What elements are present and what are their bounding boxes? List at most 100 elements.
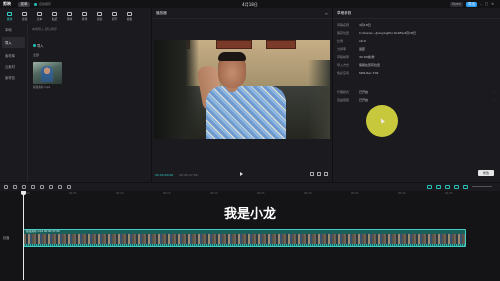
media-group-label: 全部 — [33, 53, 40, 57]
preview-axis-icon[interactable] — [454, 184, 459, 189]
titlebar-actions: Open 导出 – □ ✕ — [449, 1, 494, 7]
timeline-toolbar — [0, 183, 500, 191]
tab-label: 模板 — [126, 16, 133, 21]
chevron-right-icon: › — [493, 90, 495, 94]
ratio-icon[interactable] — [317, 172, 321, 176]
player-panel: 播放器 ≡ 00:00:00:00 00:00:47:06 — [152, 8, 332, 182]
track-label-cover[interactable]: 封面 — [3, 235, 9, 240]
app-logo: 剪映 — [3, 1, 11, 6]
zoom-slider[interactable] — [472, 186, 492, 187]
redo-icon[interactable] — [22, 184, 26, 189]
category-local[interactable]: 本地 — [0, 24, 27, 35]
mouse-pointer-icon — [379, 117, 385, 124]
category-cloud[interactable]: 云素材 — [0, 61, 27, 72]
video-clip[interactable]: 视频素材.mp4 00:00:47:06 — [23, 229, 466, 247]
tab-template[interactable]: 模板 — [122, 8, 137, 24]
delete-icon[interactable] — [58, 184, 62, 189]
tab-media[interactable]: 媒体 — [2, 8, 17, 24]
tool-tabs: 媒体 音频 文本 贴纸 特效 转场 滤镜 调节 模板 — [0, 8, 151, 24]
media-panel: 媒体 音频 文本 贴纸 特效 转场 滤镜 调节 模板 本地 导入 素材库 云素材… — [0, 8, 151, 182]
autosave-status-icon — [34, 2, 37, 6]
tab-adjust[interactable]: 调节 — [107, 8, 122, 24]
tab-label: 媒体 — [6, 16, 13, 21]
time-ruler[interactable]: 00:00 00:05 00:10 00:15 00:20 00:25 00:3… — [22, 191, 500, 197]
tab-audio[interactable]: 音频 — [17, 8, 32, 24]
prop-row-location: 保存位置 C:/Users/.../JianyingPro Drafts/4月18… — [337, 31, 497, 35]
export-button[interactable]: 导出 — [466, 1, 477, 7]
current-time: 00:00:00:00 — [155, 173, 174, 177]
import-button[interactable]: 导入 — [33, 43, 47, 48]
shield-icon[interactable] — [67, 184, 71, 189]
fullscreen-icon[interactable] — [324, 172, 328, 176]
main-menu-button[interactable]: 菜单 — [18, 1, 30, 7]
crop-icon[interactable] — [310, 172, 314, 176]
player-menu-icon[interactable]: ≡ — [325, 11, 328, 16]
template-icon — [127, 11, 132, 16]
open-button[interactable]: Open — [449, 1, 463, 7]
delete-left-icon[interactable] — [40, 184, 44, 189]
ruler-tick: 00:15 — [163, 192, 171, 195]
adjust-icon — [112, 11, 117, 16]
maximize-icon[interactable]: □ — [485, 2, 488, 6]
tab-transition[interactable]: 转场 — [77, 8, 92, 24]
prop-value: 4月18日 — [359, 23, 371, 27]
ruler-tick: 00:20 — [210, 192, 218, 195]
delete-right-icon[interactable] — [49, 184, 53, 189]
prop-value: SDR-Rec.709 — [359, 71, 379, 75]
plus-icon — [33, 44, 36, 47]
prop-key: 比例 — [337, 39, 344, 43]
playhead-line[interactable] — [23, 192, 24, 280]
wall-frame — [216, 40, 252, 49]
minimize-icon[interactable]: – — [480, 2, 482, 6]
snap-icon[interactable] — [445, 184, 450, 189]
tab-effects[interactable]: 特效 — [62, 8, 77, 24]
tab-text[interactable]: 文本 — [32, 8, 47, 24]
properties-header: 草稿参数 — [333, 8, 500, 19]
tab-sticker[interactable]: 贴纸 — [47, 8, 62, 24]
prop-value: 30.00帧/秒 — [359, 55, 375, 59]
undo-icon[interactable] — [13, 184, 17, 189]
player-title: 播放器 — [156, 11, 167, 15]
modify-button[interactable]: 修改 — [478, 170, 494, 176]
category-list: 本地 导入 素材库 云素材 素材包 — [0, 24, 28, 182]
close-icon[interactable]: ✕ — [491, 2, 494, 6]
properties-title: 草稿参数 — [337, 11, 352, 15]
media-item-name: 视频素材.mp4 — [33, 86, 51, 89]
transition-icon — [82, 11, 87, 16]
player-controls: 00:00:00:00 00:00:47:06 — [152, 170, 332, 180]
subtitle-caption: 我是小龙 — [223, 207, 276, 222]
media-area: 本地导入 默认排序 导入 全部 视频素材.mp4 — [29, 24, 151, 182]
timecode: 00:00:00:00 00:00:47:06 — [155, 173, 198, 177]
mic-icon[interactable] — [427, 184, 432, 189]
video-foreground-blur — [154, 40, 199, 139]
prop-value: C:/Users/.../JianyingPro Drafts/4月18日 — [359, 31, 416, 35]
video-preview[interactable] — [154, 40, 330, 139]
prop-row-name: 草稿名称 4月18日 — [337, 23, 497, 27]
filter-icon — [97, 11, 102, 16]
select-tool-icon[interactable] — [4, 184, 8, 189]
prop-row-import: 导入方式 保留在原有位置 — [337, 63, 497, 67]
media-thumbnail[interactable] — [33, 62, 62, 84]
category-pack[interactable]: 素材包 — [0, 72, 27, 83]
prop-row-layer[interactable]: 自由层级 已开启 › — [337, 98, 497, 102]
prop-key: 自由层级 — [337, 98, 350, 102]
text-icon — [37, 11, 42, 16]
tab-filter[interactable]: 滤镜 — [92, 8, 107, 24]
prop-row-framerate: 草稿帧率 30.00帧/秒 — [337, 55, 497, 59]
link-icon[interactable] — [436, 184, 441, 189]
audio-icon — [22, 11, 27, 16]
timeline-view-tools — [427, 184, 492, 189]
media-filter-bar[interactable]: 本地导入 默认排序 — [32, 27, 57, 31]
category-import[interactable]: 导入 — [2, 37, 25, 48]
ruler-tick: 00:40 — [398, 192, 406, 195]
split-icon[interactable] — [31, 184, 35, 189]
tab-label: 调节 — [111, 16, 118, 21]
fit-icon[interactable] — [463, 184, 468, 189]
title-bar: 剪映 菜单 自动保存 4月18日 Open 导出 – □ ✕ — [0, 0, 500, 8]
clip-filmstrip — [24, 234, 465, 244]
category-library[interactable]: 素材库 — [0, 50, 27, 61]
total-time: 00:00:47:06 — [179, 173, 198, 177]
prop-row-proxy[interactable]: 代理模式 已开启 › — [337, 90, 497, 94]
play-icon[interactable] — [240, 172, 243, 176]
prop-value: 适配 — [359, 47, 366, 51]
